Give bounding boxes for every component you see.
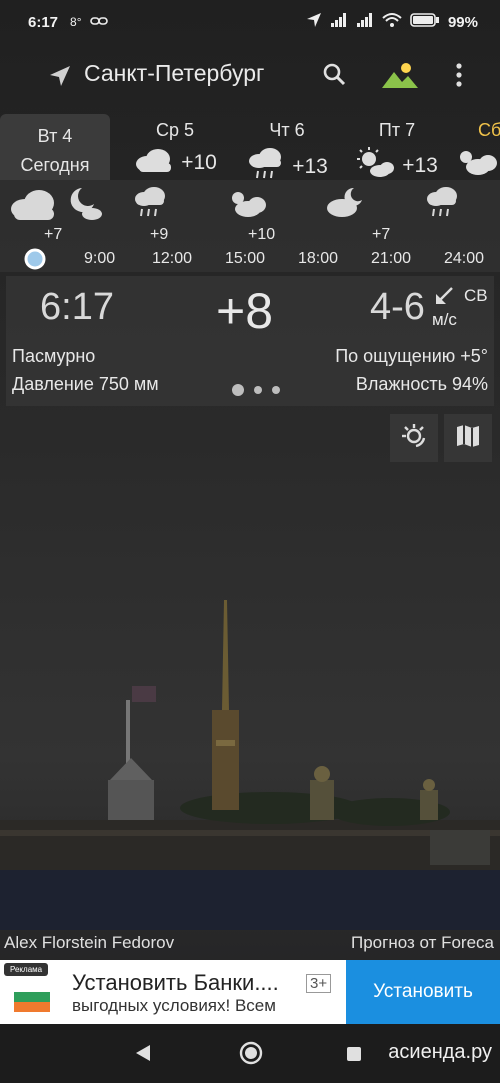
current-temp: +8 bbox=[216, 283, 274, 339]
more-vert-icon[interactable] bbox=[455, 62, 463, 93]
day-tab-thu[interactable]: Чт 6 +13 bbox=[232, 114, 342, 180]
battery-icon bbox=[410, 12, 440, 32]
wind-unit: м/с bbox=[432, 310, 457, 329]
page-dot bbox=[254, 386, 262, 394]
day-tab-fri[interactable]: Пт 7 +13 bbox=[342, 114, 452, 180]
hourly-hour: 9:00 bbox=[84, 250, 116, 267]
day-tab-sat[interactable]: Сб bbox=[454, 114, 500, 180]
forecast-provider[interactable]: Прогноз от Foreca bbox=[351, 933, 494, 953]
page-indicator bbox=[232, 384, 280, 396]
map-button[interactable] bbox=[444, 414, 492, 462]
day-tab-wed[interactable]: Ср 5 +10 bbox=[120, 114, 230, 180]
moon-cloud-icon bbox=[68, 186, 106, 227]
hourly-hour: 15:00 bbox=[225, 250, 266, 267]
ad-age-rating: 3+ bbox=[306, 974, 332, 993]
link-icon bbox=[89, 14, 108, 31]
search-icon[interactable] bbox=[322, 62, 348, 93]
map-icon bbox=[454, 422, 482, 455]
hourly-temp: +9 bbox=[150, 226, 169, 243]
day-sub: Сегодня bbox=[20, 155, 90, 175]
cloud-rain-icon bbox=[132, 186, 168, 225]
moon-cloud-icon bbox=[324, 186, 366, 223]
ad-label: Реклама bbox=[4, 963, 49, 976]
ad-subtitle: выгодных условиях! Всем bbox=[72, 996, 276, 1015]
current-time-marker bbox=[24, 248, 46, 275]
watermark: асиенда.ру bbox=[388, 1041, 492, 1063]
current-time: 6:17 bbox=[40, 286, 114, 328]
photo-author[interactable]: Alex Florstein Fedorov bbox=[4, 933, 174, 953]
toolbar: Санкт-Петербург bbox=[0, 50, 500, 102]
cloud-icon bbox=[133, 147, 175, 179]
hourly-temp: +10 bbox=[248, 226, 276, 243]
day-name: Чт 6 bbox=[269, 120, 305, 140]
ad-title: Установить Банки.... bbox=[72, 970, 279, 995]
day-name: Вт 4 bbox=[37, 126, 73, 146]
status-time: 6:17 bbox=[28, 13, 59, 31]
battery-percent: 99% bbox=[447, 13, 478, 31]
current-conditions[interactable]: 6:17 +8 4-6 СВ м/с Пасмурно Давление 750… bbox=[6, 276, 494, 406]
day-temp: +13 bbox=[402, 154, 438, 177]
hourly-hour: 18:00 bbox=[298, 250, 339, 267]
hourly-temp: +7 bbox=[44, 226, 63, 243]
city-name[interactable]: Санкт-Петербург bbox=[84, 60, 264, 87]
ad-logo-icon bbox=[14, 982, 50, 1012]
hourly-hour: 21:00 bbox=[371, 250, 412, 267]
humidity-text: Влажность 94% bbox=[355, 374, 488, 394]
cloud-icon bbox=[8, 188, 60, 227]
wifi-icon bbox=[382, 12, 402, 32]
hourly-temp: +7 bbox=[372, 226, 391, 243]
credits-bar: Alex Florstein Fedorov Прогноз от Foreca bbox=[0, 928, 500, 958]
system-nav-bar: асиенда.ру bbox=[0, 1024, 500, 1083]
hourly-hour: 24:00 bbox=[444, 250, 485, 267]
sun-radar-icon bbox=[400, 422, 428, 455]
hourly-forecast[interactable]: +7 +9 +10 +7 9:00 12:00 15:00 18:00 21:0… bbox=[0, 180, 500, 272]
notification-temp: 8° bbox=[70, 15, 82, 29]
day-name: Ср 5 bbox=[155, 120, 195, 140]
signal-2-icon bbox=[356, 12, 374, 32]
location-status-icon bbox=[306, 12, 322, 32]
day-tab-today[interactable]: Вт 4 Сегодня bbox=[0, 114, 110, 180]
recents-icon[interactable] bbox=[346, 1046, 362, 1067]
back-icon[interactable] bbox=[134, 1044, 152, 1067]
sun-cloud-icon bbox=[226, 186, 268, 223]
wind-speed: 4-6 bbox=[370, 286, 425, 328]
day-temp: +13 bbox=[292, 155, 328, 178]
pressure-text: Давление 750 мм bbox=[12, 374, 159, 394]
weather-radar-button[interactable] bbox=[390, 414, 438, 462]
page-dot bbox=[232, 384, 244, 396]
wind-direction: СВ bbox=[464, 286, 488, 305]
landscape-icon[interactable] bbox=[380, 60, 420, 95]
day-name: Пт 7 bbox=[378, 120, 416, 140]
home-icon[interactable] bbox=[239, 1041, 263, 1070]
ad-banner[interactable]: Реклама Установить Банки.... выгодных ус… bbox=[0, 960, 500, 1024]
signal-icon bbox=[330, 12, 348, 32]
condition-text: Пасмурно bbox=[12, 346, 96, 366]
status-bar: 6:17 8° 99% bbox=[0, 0, 500, 44]
wind-direction-icon bbox=[434, 286, 454, 311]
hourly-hour: 12:00 bbox=[152, 250, 193, 267]
day-temp: +10 bbox=[181, 151, 217, 174]
day-tabs: Вт 4 Сегодня Ср 5 +10 Чт 6 +13 Пт 7 +13 bbox=[0, 114, 500, 180]
cloud-rain-icon bbox=[424, 186, 460, 225]
ad-install-button[interactable]: Установить bbox=[346, 960, 500, 1024]
sun-cloud-icon bbox=[454, 147, 498, 183]
feels-like-text: По ощущению +5° bbox=[335, 346, 488, 366]
page-dot bbox=[272, 386, 280, 394]
location-arrow-icon[interactable] bbox=[48, 64, 72, 93]
day-name: Сб bbox=[478, 120, 500, 140]
